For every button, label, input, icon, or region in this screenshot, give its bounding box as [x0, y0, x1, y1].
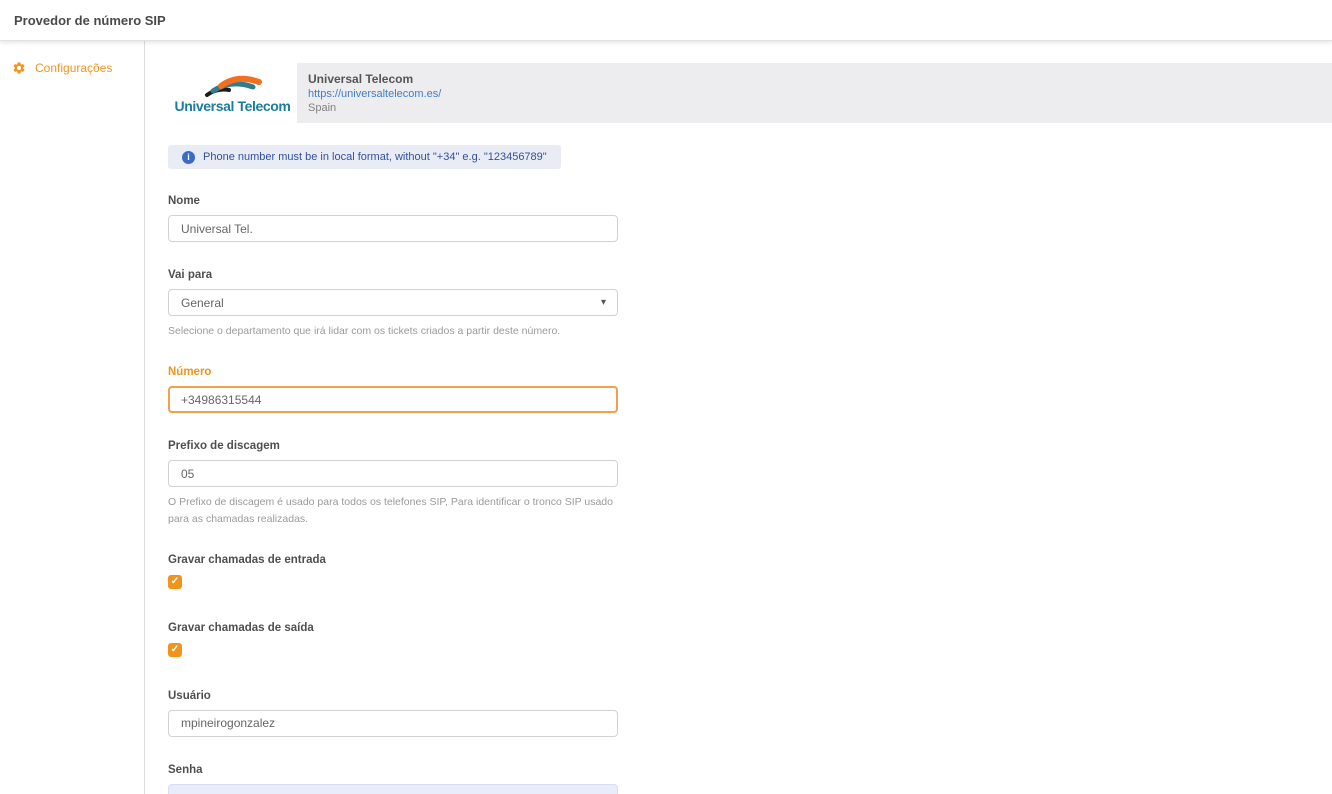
provider-logo-text: Universal Telecom — [175, 98, 291, 114]
field-group-prefixo: Prefixo de discagem O Prefixo de discage… — [168, 440, 618, 527]
check-icon: ✓ — [171, 645, 179, 655]
chevron-down-icon: ▾ — [601, 297, 606, 308]
field-group-nome: Nome — [168, 195, 618, 242]
gravar-entrada-checkbox[interactable]: ✓ — [168, 575, 182, 589]
provider-meta: Universal Telecom https://universaltelec… — [297, 63, 441, 123]
usuario-label: Usuário — [168, 690, 618, 702]
field-group-vai-para: Vai para General ▾ Selecione o departame… — [168, 269, 618, 339]
prefixo-label: Prefixo de discagem — [168, 440, 618, 452]
gravar-entrada-label: Gravar chamadas de entrada — [168, 554, 618, 566]
senha-input[interactable] — [168, 784, 618, 794]
vai-para-help-text: Selecione o departamento que irá lidar c… — [168, 323, 618, 339]
check-icon: ✓ — [171, 577, 179, 587]
sidebar: Configurações — [0, 41, 145, 794]
vai-para-label: Vai para — [168, 269, 618, 281]
info-banner: i Phone number must be in local format, … — [168, 145, 561, 169]
field-group-numero: Número — [168, 366, 618, 413]
nome-input[interactable] — [168, 215, 618, 242]
vai-para-select[interactable]: General ▾ — [168, 289, 618, 316]
gear-icon — [12, 61, 26, 75]
topbar: Provedor de número SIP — [0, 0, 1332, 41]
sidebar-item-configuracoes[interactable]: Configurações — [0, 61, 144, 75]
prefixo-help-text: O Prefixo de discagem é usado para todos… — [168, 494, 618, 527]
provider-country: Spain — [308, 102, 441, 114]
provider-url-link[interactable]: https://universaltelecom.es/ — [308, 88, 441, 100]
main-content: Universal Telecom Universal Telecom http… — [145, 41, 1332, 794]
field-group-gravar-saida: Gravar chamadas de saída ✓ — [168, 622, 618, 657]
info-icon: i — [182, 151, 195, 164]
field-group-gravar-entrada: Gravar chamadas de entrada ✓ — [168, 554, 618, 589]
senha-label: Senha — [168, 764, 618, 776]
sidebar-item-label: Configurações — [35, 61, 112, 75]
field-group-senha: Senha — [168, 764, 618, 794]
numero-input[interactable] — [168, 386, 618, 413]
page-title: Provedor de número SIP — [14, 13, 166, 28]
nome-label: Nome — [168, 195, 618, 207]
logo-swoosh-icon — [201, 75, 265, 99]
prefixo-input[interactable] — [168, 460, 618, 487]
page-layout: Configurações Universal Telecom Universa… — [0, 41, 1332, 794]
sip-provider-form: Nome Vai para General ▾ Selecione o depa… — [168, 195, 618, 794]
numero-label: Número — [168, 366, 618, 378]
gravar-saida-checkbox[interactable]: ✓ — [168, 643, 182, 657]
provider-logo: Universal Telecom — [168, 63, 297, 123]
provider-card: Universal Telecom Universal Telecom http… — [168, 63, 1332, 123]
gravar-saida-label: Gravar chamadas de saída — [168, 622, 618, 634]
usuario-input[interactable] — [168, 710, 618, 737]
vai-para-selected-value: General — [181, 296, 224, 310]
field-group-usuario: Usuário — [168, 690, 618, 737]
provider-name: Universal Telecom — [308, 72, 441, 86]
info-banner-text: Phone number must be in local format, wi… — [203, 151, 547, 163]
